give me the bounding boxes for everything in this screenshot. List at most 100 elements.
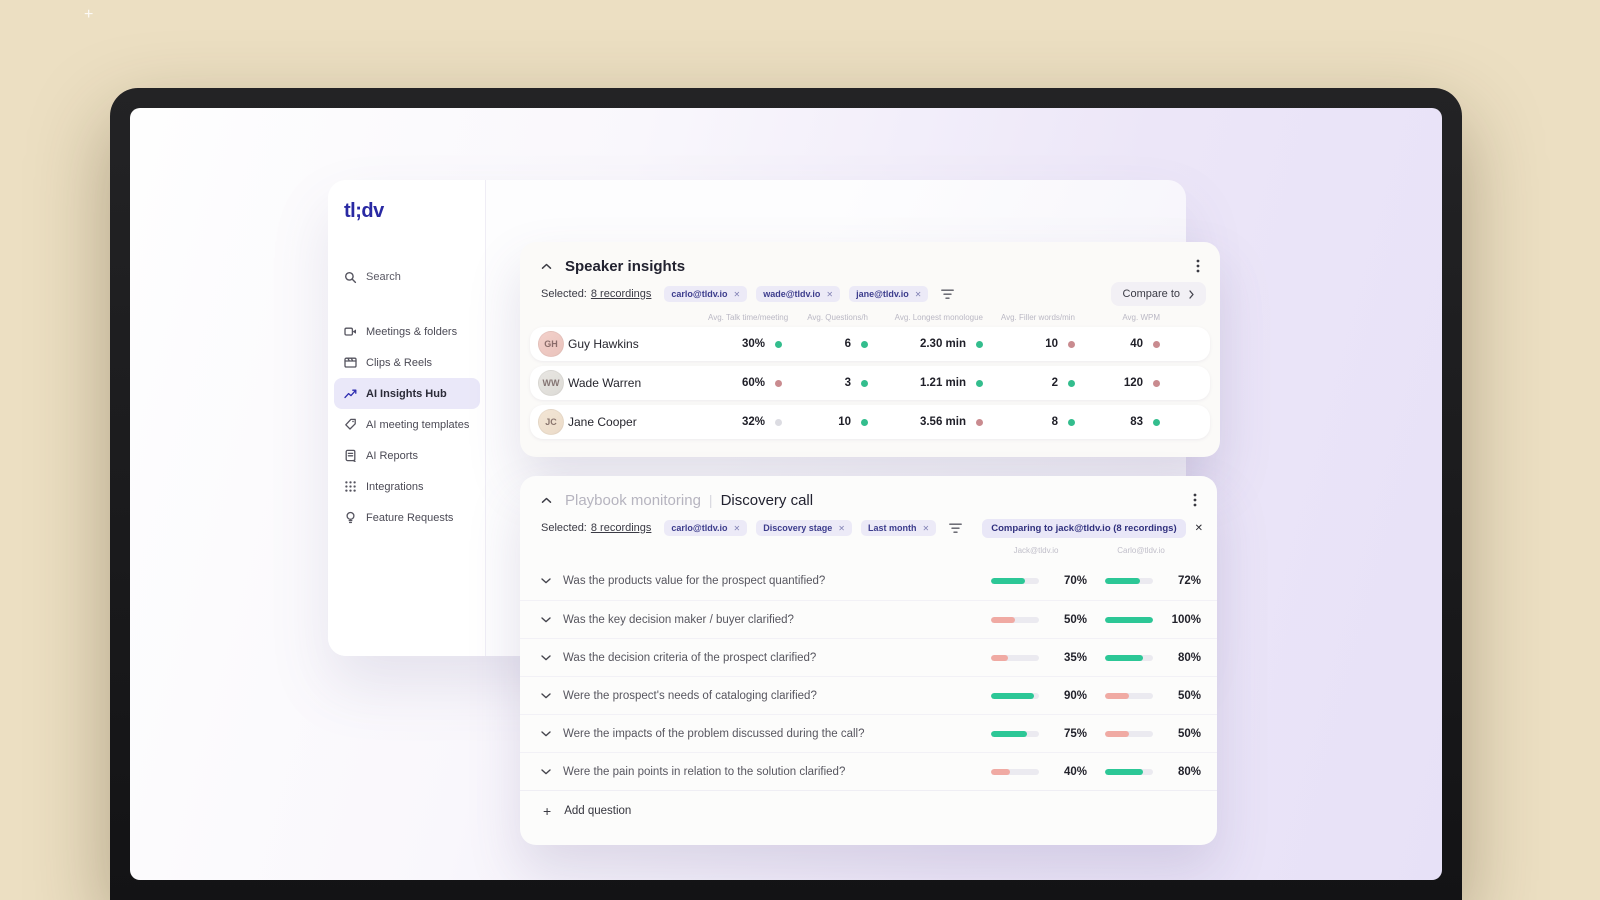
question-bars: 90% 50%	[991, 690, 1201, 702]
progress-bar-group: 80%	[1105, 766, 1201, 778]
playbook-filter-chip[interactable]: carlo@tldv.io ✕	[664, 520, 748, 536]
chip-close-icon[interactable]: ✕	[915, 290, 922, 299]
question-row[interactable]: Were the pain points in relation to the …	[520, 752, 1217, 790]
selected-count-link[interactable]: 8 recordings	[591, 288, 652, 300]
speaker-row[interactable]: JC Jane Cooper 32% 10 3.56 min 8 83	[530, 405, 1210, 439]
chevron-right-icon	[1189, 289, 1194, 299]
sidebar-item-meetings-folders[interactable]: Meetings & folders	[334, 316, 480, 347]
playbook-kebab-menu-icon[interactable]	[1189, 491, 1201, 509]
search-button[interactable]: Search	[338, 264, 476, 290]
progress-bar-group: 100%	[1105, 614, 1201, 626]
playbook-title: Discovery call	[720, 491, 814, 509]
sidebar-item-ai-insights-hub[interactable]: AI Insights Hub	[334, 378, 480, 409]
speaker-row[interactable]: GH Guy Hawkins 30% 6 2.30 min 10 40	[530, 327, 1210, 361]
sidebar-item-ai-meeting-templates[interactable]: AI meeting templates	[334, 409, 480, 440]
comparing-to-label: Comparing to jack@tldv.io (8 recordings)	[991, 522, 1177, 534]
playbook-filter-row: Selected: 8 recordings carlo@tldv.io ✕ Dis…	[520, 518, 1217, 538]
sidebar-item-integrations[interactable]: Integrations	[334, 471, 480, 502]
speaker-filter-chip[interactable]: carlo@tldv.io ✕	[664, 286, 748, 302]
metric-value: 10	[838, 416, 851, 428]
progress-percent: 72%	[1177, 575, 1201, 587]
sidebar-item-label: AI Insights Hub	[366, 387, 447, 400]
chevron-down-icon	[541, 692, 551, 698]
collapse-chevron-up-icon[interactable]	[541, 263, 552, 270]
comparing-close-icon[interactable]: ✕	[1195, 523, 1203, 534]
progress-percent: 50%	[1063, 613, 1087, 626]
sidebar-item-clips-reels[interactable]: Clips & Reels	[334, 347, 480, 378]
column-header: Avg. Filler words/min	[1000, 313, 1075, 322]
collapse-chevron-up-icon[interactable]	[541, 497, 552, 504]
chip-close-icon[interactable]: ✕	[734, 524, 741, 533]
chip-label: Discovery stage	[763, 523, 833, 533]
question-row[interactable]: Were the prospect's needs of cataloging …	[520, 676, 1217, 714]
status-dot-red	[976, 418, 983, 426]
playbook-filter-chip[interactable]: Discovery stage ✕	[756, 520, 852, 536]
playbook-filter-chip[interactable]: Last month ✕	[861, 520, 937, 536]
metric-value: 83	[1130, 416, 1143, 428]
filter-funnel-icon[interactable]	[941, 289, 955, 300]
status-dot-green	[861, 340, 868, 348]
sidebar-item-label: AI Reports	[366, 449, 418, 462]
question-text: Was the decision criteria of the prospec…	[563, 651, 817, 664]
filter-funnel-icon[interactable]	[949, 523, 963, 534]
progress-bar-group: 90%	[991, 690, 1087, 702]
question-list: Was the products value for the prospect …	[520, 562, 1217, 790]
speaker-filter-chip[interactable]: wade@tldv.io ✕	[756, 286, 841, 302]
metric-value: 30%	[741, 338, 765, 350]
selected-count-link[interactable]: 8 recordings	[591, 522, 652, 534]
avatar: JC	[538, 409, 564, 435]
column-header: Avg. WPM	[1122, 313, 1160, 322]
speaker-name: Wade Warren	[568, 376, 642, 390]
speaker-row[interactable]: WW Wade Warren 60% 3 1.21 min 2 120	[530, 366, 1210, 400]
progress-percent: 50%	[1177, 689, 1201, 702]
progress-percent: 70%	[1063, 575, 1087, 587]
speaker-insights-header: Speaker insights	[520, 242, 1220, 275]
status-dot-green	[976, 340, 983, 348]
metric-value: 8	[1051, 416, 1058, 428]
sidebar-item-label: AI meeting templates	[366, 418, 470, 431]
progress-fill	[991, 730, 1027, 737]
plus-icon: +	[543, 802, 552, 819]
avatar: WW	[538, 370, 564, 396]
progress-track	[1105, 730, 1153, 737]
clapperboard-icon	[344, 357, 357, 368]
tag-icon	[345, 418, 356, 430]
status-dot-green	[775, 340, 782, 348]
progress-percent: 75%	[1063, 727, 1087, 740]
metric-value: 2.30 min	[919, 338, 966, 350]
sidebar-item-feature-requests[interactable]: Feature Requests	[334, 502, 480, 533]
question-text: Was the products value for the prospect …	[563, 575, 826, 587]
report-icon	[345, 449, 356, 462]
sidebar-item-ai-reports[interactable]: AI Reports	[334, 440, 480, 471]
compare-column-label: Jack@tldv.io	[1013, 546, 1059, 555]
status-dot-red	[1068, 340, 1075, 348]
progress-track	[991, 616, 1039, 623]
compare-column-labels: Jack@tldv.io Carlo@tldv.io	[520, 546, 1217, 558]
chip-close-icon[interactable]: ✕	[923, 524, 930, 533]
question-row[interactable]: Was the decision criteria of the prospec…	[520, 638, 1217, 676]
progress-bar-group: 75%	[991, 728, 1087, 740]
status-dot-neutral	[775, 418, 782, 426]
laptop-screen: tl;dv Search Meetings & folders Clips & R…	[130, 108, 1442, 880]
question-row[interactable]: Was the key decision maker / buyer clari…	[520, 600, 1217, 638]
progress-track	[991, 654, 1039, 661]
sidebar-item-label: Feature Requests	[366, 511, 454, 524]
progress-bar-group: 80%	[1105, 652, 1201, 664]
question-row[interactable]: Were the impacts of the problem discusse…	[520, 714, 1217, 752]
chip-close-icon[interactable]: ✕	[838, 524, 845, 533]
chip-close-icon[interactable]: ✕	[734, 290, 741, 299]
metric-value: 60%	[741, 377, 765, 389]
speaker-kebab-menu-icon[interactable]	[1192, 257, 1204, 275]
progress-percent: 80%	[1177, 765, 1201, 778]
speaker-filter-chip[interactable]: jane@tldv.io ✕	[849, 286, 929, 302]
metric-value: 2	[1051, 377, 1058, 389]
brand-logo: tl;dv	[344, 200, 384, 222]
comparing-to-chip[interactable]: Comparing to jack@tldv.io (8 recordings)	[982, 518, 1186, 538]
metric-cell: 3.56 min	[884, 416, 999, 428]
chip-label: wade@tldv.io	[763, 289, 821, 299]
progress-bar-group: 70%	[991, 575, 1087, 587]
compare-to-button[interactable]: Compare to	[1110, 282, 1206, 306]
add-question-button[interactable]: + Add question	[520, 790, 1217, 830]
question-row[interactable]: Was the products value for the prospect …	[520, 562, 1217, 600]
chip-close-icon[interactable]: ✕	[826, 290, 833, 299]
